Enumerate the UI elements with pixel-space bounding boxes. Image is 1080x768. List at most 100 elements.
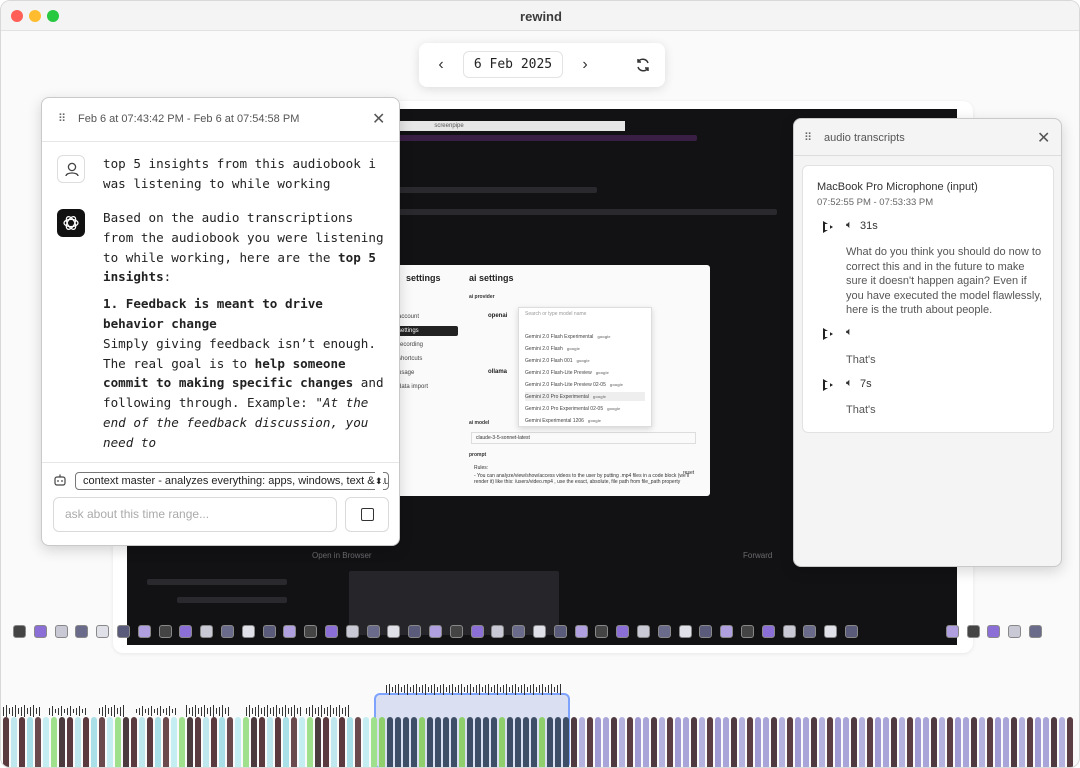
timeline-bar[interactable] [419,717,425,767]
timeline-bar[interactable] [3,717,9,767]
timeline-bar[interactable] [755,717,761,767]
timeline-bar[interactable] [459,717,465,767]
timeline-bar[interactable] [171,717,177,767]
provider-ollama[interactable]: ollama [488,369,507,375]
chevron-left-icon[interactable]: ‹ [429,53,453,77]
timeline-bar[interactable] [403,717,409,767]
timeline-bar[interactable] [747,717,753,767]
agent-select[interactable]: context master - analyzes everything: ap… [75,472,389,490]
sidebar-item-recording[interactable]: recording [392,340,458,350]
timeline-bar[interactable] [1019,717,1025,767]
timeline-bar[interactable] [467,717,473,767]
app-thumbnail[interactable] [966,625,980,638]
app-thumbnail[interactable] [761,625,775,638]
timeline-bar[interactable] [83,717,89,767]
timeline-bar[interactable] [267,717,273,767]
app-thumbnail[interactable] [741,625,754,638]
timeline-bar[interactable] [923,717,929,767]
timeline-bar[interactable] [723,717,729,767]
timeline-bar[interactable] [995,717,1001,767]
play-icon[interactable] [823,379,833,391]
timeline-bar[interactable] [131,717,137,767]
timeline-bar[interactable] [515,717,521,767]
timeline-bar[interactable] [555,717,561,767]
timeline-bar[interactable] [691,717,697,767]
app-thumbnail[interactable] [200,625,214,638]
timeline-bar[interactable] [507,717,513,767]
app-thumbnail[interactable] [366,625,380,638]
timeline-bar[interactable] [883,717,889,767]
timeline-bar[interactable] [891,717,897,767]
timeline-bar[interactable] [939,717,945,767]
app-thumbnail[interactable] [179,625,193,638]
timeline-bar[interactable] [579,717,585,767]
timeline-bar[interactable] [563,717,569,767]
timeline-bar[interactable] [155,717,161,767]
timeline-bar[interactable] [851,717,857,767]
ai-model-field[interactable]: claude-3-5-sonnet-latest [471,432,696,444]
timeline[interactable] [1,673,1079,767]
timeline-bar[interactable] [387,717,393,767]
timeline-bar[interactable] [427,717,433,767]
timeline-bar[interactable] [491,717,497,767]
timeline-bar[interactable] [75,717,81,767]
app-thumbnail[interactable] [54,625,68,638]
timeline-bar[interactable] [859,717,865,767]
timeline-bar[interactable] [315,717,321,767]
timeline-bar[interactable] [11,717,17,767]
app-thumbnail[interactable] [945,625,959,638]
timeline-bar[interactable] [611,717,617,767]
app-thumbnail[interactable] [1008,625,1022,638]
timeline-bar[interactable] [659,717,665,767]
timeline-bar[interactable] [43,717,49,767]
app-thumbnail[interactable] [824,625,838,638]
timeline-bar[interactable] [219,717,225,767]
timeline-bar[interactable] [243,717,249,767]
timeline-bar[interactable] [235,717,241,767]
timeline-bar[interactable] [67,717,73,767]
timeline-bar[interactable] [51,717,57,767]
play-icon[interactable] [823,328,833,340]
sidebar-item-shortcuts[interactable]: shortcuts [392,354,458,364]
timeline-bar[interactable] [187,717,193,767]
sidebar-item-usage[interactable]: usage [392,368,458,378]
timeline-bar[interactable] [211,717,217,767]
timeline-bar[interactable] [435,717,441,767]
timeline-bar[interactable] [275,717,281,767]
app-thumbnail[interactable] [491,625,505,638]
timeline-bar[interactable] [251,717,257,767]
timeline-bar[interactable] [1011,717,1017,767]
model-option[interactable]: Gemini 2.0 Pro Experimental 02-05 google [525,404,620,413]
timeline-bar[interactable] [531,717,537,767]
timeline-bar[interactable] [667,717,673,767]
app-thumbnail[interactable] [33,625,47,638]
date-display[interactable]: 6 Feb 2025 [463,51,563,78]
timeline-bar[interactable] [59,717,65,767]
timeline-bar[interactable] [635,717,641,767]
timeline-bar[interactable] [355,717,361,767]
timeline-bar[interactable] [523,717,529,767]
app-thumbnail[interactable] [96,625,110,638]
timeline-bar[interactable] [899,717,905,767]
app-thumbnail[interactable] [117,625,130,638]
play-icon[interactable] [823,221,833,233]
chevron-right-icon[interactable]: › [573,53,597,77]
sidebar-item-settings[interactable]: settings [392,326,458,336]
timeline-bar[interactable] [1059,717,1065,767]
sidebar-item-data-import[interactable]: data import [392,382,458,392]
timeline-bar[interactable] [795,717,801,767]
timeline-bar[interactable] [107,717,113,767]
timeline-bar[interactable] [307,717,313,767]
timeline-bar[interactable] [947,717,953,767]
model-option[interactable]: Gemini 2.0 Flash-Lite Preview google [525,368,609,377]
timeline-bar[interactable] [379,717,385,767]
timeline-bar[interactable] [971,717,977,767]
model-option[interactable]: Gemini 2.0 Flash-Lite Preview 02-05 googl… [525,380,623,389]
refresh-icon[interactable] [631,53,655,77]
app-thumbnail[interactable] [512,625,526,638]
timeline-bar[interactable] [1051,717,1057,767]
app-thumbnail[interactable] [720,625,734,638]
app-thumbnail[interactable] [595,625,609,638]
close-icon[interactable]: ✕ [1037,128,1050,148]
timeline-bar[interactable] [299,717,305,767]
